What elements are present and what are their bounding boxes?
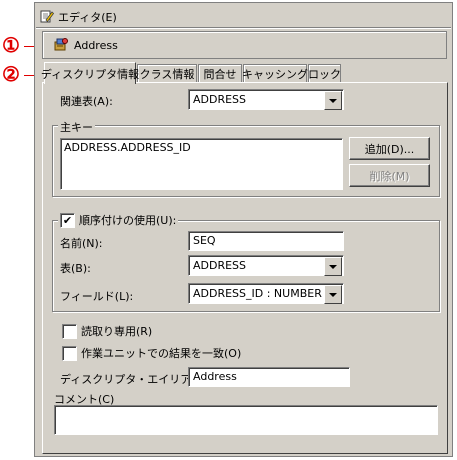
editor-title-row: エディタ(E) (40, 8, 340, 26)
alias-field[interactable]: Address (188, 367, 350, 387)
chevron-down-icon[interactable] (324, 257, 342, 276)
seq-table-label: 表(B): (60, 262, 91, 275)
tab-descriptor-info[interactable]: ディスクリプタ情報 (40, 62, 140, 84)
title-separator (36, 27, 451, 29)
unit-of-work-checkbox[interactable] (62, 345, 77, 361)
related-table-select[interactable]: ADDRESS (188, 89, 344, 110)
seq-name-field[interactable]: SEQ (188, 231, 344, 251)
related-table-value: ADDRESS (193, 93, 247, 106)
seq-name-value: SEQ (193, 234, 216, 247)
comment-field[interactable] (54, 405, 438, 435)
unit-of-work-row[interactable]: 作業ユニットでの結果を一致(O) (62, 345, 241, 361)
tab-queries[interactable]: 問合せ (198, 64, 242, 83)
unit-of-work-label: 作業ユニットでの結果を一致(O) (81, 347, 242, 360)
related-table-label: 関連表(A): (60, 95, 113, 108)
sequencing-checkbox-row[interactable]: ✔ 順序付けの使用(U): (58, 212, 179, 228)
primary-key-group-label: 主キー (58, 119, 95, 135)
tab-label: ロック (308, 68, 341, 81)
tab-label: キャッシング (242, 68, 308, 81)
read-only-row[interactable]: 読取り専用(R) (62, 323, 152, 339)
callout-1: ① (2, 33, 20, 57)
chevron-down-icon[interactable] (324, 91, 342, 110)
seq-table-value: ADDRESS (193, 259, 247, 272)
tab-label: ディスクリプタ情報 (40, 67, 140, 81)
tab-locking[interactable]: ロック (308, 64, 341, 83)
chevron-down-icon[interactable] (324, 285, 342, 304)
class-descriptor-icon (53, 37, 69, 54)
add-primary-key-button[interactable]: 追加(D)... (349, 137, 430, 160)
descriptor-header: Address (42, 31, 447, 59)
seq-field-value: ADDRESS_ID : NUMBER (193, 287, 322, 300)
seq-field-select[interactable]: ADDRESS_ID : NUMBER (188, 283, 344, 304)
editor-title[interactable]: エディタ(E) (58, 9, 117, 25)
tab-label: クラス情報 (139, 68, 195, 81)
read-only-label: 読取り専用(R) (81, 325, 153, 338)
alias-value: Address (193, 370, 237, 383)
list-item[interactable]: ADDRESS.ADDRESS_ID (64, 141, 191, 154)
read-only-checkbox[interactable] (62, 323, 77, 339)
sequencing-checkbox[interactable]: ✔ (60, 212, 75, 228)
seq-name-label: 名前(N): (60, 237, 103, 250)
seq-field-label: フィールド(L): (60, 290, 134, 303)
pencil-edit-icon (40, 9, 55, 26)
tab-caching[interactable]: キャッシング (242, 64, 308, 83)
seq-table-select[interactable]: ADDRESS (188, 255, 344, 276)
tab-class-info[interactable]: クラス情報 (137, 64, 197, 83)
callout-2: ② (2, 62, 20, 86)
descriptor-name: Address (74, 38, 118, 52)
sequencing-checkbox-label: 順序付けの使用(U): (79, 214, 177, 227)
remove-primary-key-button[interactable]: 削除(M) (349, 164, 430, 187)
tab-label: 問合せ (203, 68, 237, 81)
primary-key-list[interactable]: ADDRESS.ADDRESS_ID (60, 138, 343, 190)
